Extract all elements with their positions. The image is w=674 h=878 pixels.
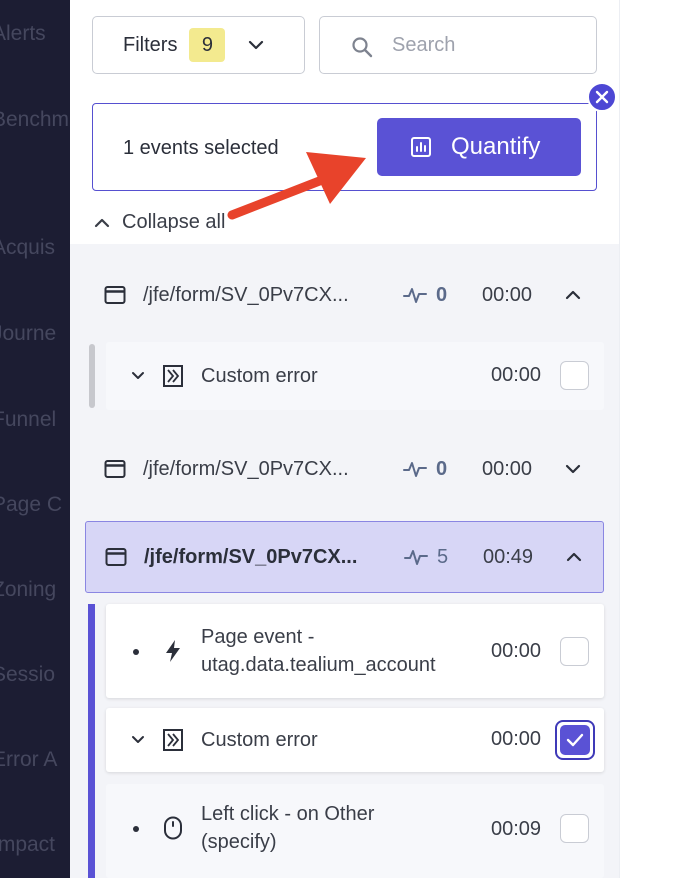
- event-time: 00:09: [491, 818, 542, 840]
- chevron-down-icon[interactable]: [130, 368, 146, 384]
- session-url: /jfe/form/SV_0Pv7CX...: [143, 457, 349, 480]
- event-label-line1: Page event -: [201, 626, 315, 648]
- event-item[interactable]: Left click - on Other (specify) 00:09: [106, 784, 604, 878]
- nav-item-journey[interactable]: Journe: [0, 322, 56, 346]
- event-label-line2: utag.data.tealium_account: [201, 654, 436, 676]
- checkmark-icon: [560, 725, 590, 755]
- chevron-up-icon[interactable]: [564, 286, 582, 304]
- session-duration: 00:49: [483, 545, 534, 568]
- chevron-down-icon[interactable]: [130, 732, 146, 748]
- nav-item-page-comparator[interactable]: Page C: [0, 493, 62, 517]
- nav-item-funnel[interactable]: Funnel: [0, 408, 56, 432]
- collapse-all-label: Collapse all: [122, 211, 226, 233]
- pulse-icon: [404, 550, 428, 565]
- event-checkbox[interactable]: [560, 814, 589, 843]
- event-item[interactable]: Page event - utag.data.tealium_account 0…: [106, 604, 604, 698]
- custom-error-icon: [163, 729, 183, 751]
- chevron-up-icon: [94, 218, 110, 227]
- sessions-list: /jfe/form/SV_0Pv7CX... 0 00:00 Custom er…: [70, 244, 619, 878]
- session-duration: 00:00: [482, 283, 533, 306]
- session-duration: 00:00: [482, 457, 533, 480]
- nav-item-acquisition[interactable]: Acquis: [0, 236, 55, 260]
- nav-item-alerts[interactable]: Alerts: [0, 22, 46, 46]
- event-checkbox[interactable]: [560, 361, 589, 390]
- browser-window-icon: [104, 286, 126, 304]
- search-input[interactable]: [392, 29, 582, 61]
- nav-item-error-analysis[interactable]: Error A: [0, 748, 57, 772]
- search-icon: [352, 37, 373, 58]
- event-checkbox[interactable]: [560, 637, 589, 666]
- session-event-count: 0: [436, 283, 448, 306]
- browser-window-icon: [104, 460, 126, 478]
- custom-error-icon: [163, 365, 183, 387]
- nav-item-benchmark[interactable]: Benchm: [0, 108, 69, 132]
- session-events-panel: Filters 9 1 events selected Quantify Col…: [70, 0, 619, 878]
- bar-chart-icon: [411, 137, 431, 157]
- selection-bar: 1 events selected Quantify: [92, 103, 597, 191]
- event-label: Custom error: [201, 365, 318, 387]
- mouse-icon: [164, 816, 182, 840]
- scrollbar-thumb[interactable]: [89, 344, 95, 408]
- search-box[interactable]: [319, 16, 597, 74]
- chevron-down-icon[interactable]: [564, 460, 582, 478]
- event-label-line2: (specify): [201, 831, 277, 853]
- background-nav: Alerts Benchm Acquis Journe Funnel Page …: [0, 0, 80, 878]
- selection-count-text: 1 events selected: [123, 137, 279, 159]
- chevron-up-icon[interactable]: [565, 548, 583, 566]
- event-time: 00:00: [491, 728, 542, 750]
- session-row[interactable]: /jfe/form/SV_0Pv7CX... 0 00:00: [70, 260, 619, 330]
- event-item[interactable]: Custom error 00:00: [106, 342, 604, 410]
- quantify-button[interactable]: Quantify: [377, 118, 581, 176]
- close-icon[interactable]: [587, 82, 617, 112]
- chevron-down-icon: [245, 34, 267, 56]
- collapse-all-toggle[interactable]: Collapse all: [94, 211, 225, 234]
- bullet-icon: [133, 649, 139, 655]
- browser-window-icon: [105, 548, 127, 566]
- event-time: 00:00: [491, 364, 542, 386]
- bullet-icon: [133, 826, 139, 832]
- pulse-icon: [403, 462, 427, 477]
- filters-label: Filters: [123, 33, 178, 56]
- quantify-label: Quantify: [451, 133, 541, 160]
- event-checkbox-checked[interactable]: [555, 720, 595, 760]
- pulse-icon: [403, 288, 427, 303]
- nav-item-impact[interactable]: Impact: [0, 833, 55, 857]
- lightning-icon: [166, 640, 180, 662]
- event-label-line1: Left click - on Other: [201, 803, 375, 825]
- event-item-selected[interactable]: Custom error 00:00: [106, 708, 604, 772]
- active-session-indicator: [88, 604, 95, 878]
- nav-item-zoning[interactable]: Zoning: [0, 578, 56, 602]
- filters-button[interactable]: Filters 9: [92, 16, 305, 74]
- session-event-count: 5: [437, 545, 449, 568]
- right-column: [619, 0, 674, 878]
- session-event-count: 0: [436, 457, 448, 480]
- event-label: Custom error: [201, 729, 318, 751]
- session-url: /jfe/form/SV_0Pv7CX...: [144, 545, 358, 568]
- filters-count-badge: 9: [189, 28, 226, 62]
- session-row[interactable]: /jfe/form/SV_0Pv7CX... 0 00:00: [70, 434, 619, 504]
- session-row-active[interactable]: /jfe/form/SV_0Pv7CX... 5 00:49: [85, 521, 604, 593]
- event-time: 00:00: [491, 640, 542, 662]
- nav-item-session[interactable]: Sessio: [0, 663, 55, 687]
- session-url: /jfe/form/SV_0Pv7CX...: [143, 283, 349, 306]
